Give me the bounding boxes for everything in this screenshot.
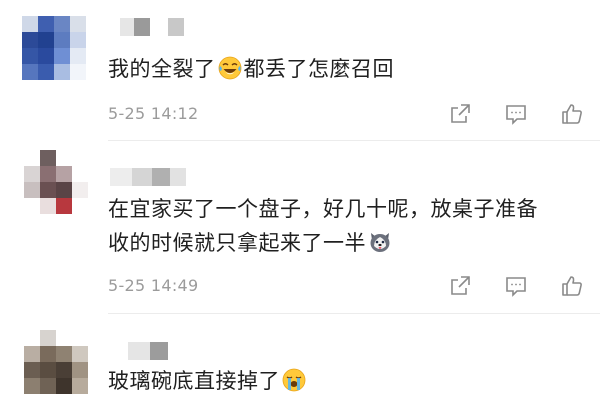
like-button[interactable] [558, 100, 586, 128]
share-button[interactable] [446, 100, 474, 128]
comment-text-part: 都丢了怎麼召回 [243, 57, 394, 81]
comment-icon [506, 105, 526, 125]
loudly-crying-emoji [282, 368, 306, 392]
username[interactable] [110, 342, 178, 360]
like-button[interactable] [558, 272, 586, 300]
timestamp: 5-25 14:49 [108, 276, 199, 295]
thumbs-up-icon [562, 104, 582, 124]
divider [108, 313, 600, 314]
tears-of-joy-emoji [218, 56, 241, 80]
divider [108, 140, 600, 141]
comment-icon [506, 277, 526, 297]
timestamp: 5-25 14:12 [108, 104, 199, 123]
comment-text-line: 收的时候就只拿起来了一半 [108, 226, 586, 260]
comment-text: 玻璃碗底直接掉了 [108, 364, 586, 398]
comment-actions [446, 272, 586, 300]
thumbs-up-icon [562, 276, 582, 296]
username[interactable] [110, 168, 186, 186]
comment-button[interactable] [502, 100, 530, 128]
share-icon [451, 276, 470, 295]
comment-feed: 我的全裂了 都丢了怎麼召回 5-25 14:12 在宜家买了一个盘子，好几十呢，… [0, 0, 600, 400]
comment-text-part: 我的全裂了 [108, 57, 216, 81]
avatar[interactable] [24, 330, 88, 394]
avatar[interactable] [22, 16, 86, 80]
comment-button[interactable] [502, 272, 530, 300]
share-icon [451, 104, 470, 123]
comment-text: 我的全裂了 都丢了怎麼召回 [108, 52, 586, 86]
username[interactable] [110, 18, 184, 36]
comment-text: 在宜家买了一个盘子，好几十呢，放桌子准备 收的时候就只拿起来了一半 [108, 192, 586, 260]
avatar[interactable] [24, 150, 88, 214]
comment-text-part: 玻璃碗底直接掉了 [108, 369, 280, 393]
husky-dog-emoji [370, 233, 390, 252]
comment-text-part: 收的时候就只拿起来了一半 [108, 231, 366, 255]
comment-actions [446, 100, 586, 128]
share-button[interactable] [446, 272, 474, 300]
comment-text-line: 在宜家买了一个盘子，好几十呢，放桌子准备 [108, 197, 538, 221]
